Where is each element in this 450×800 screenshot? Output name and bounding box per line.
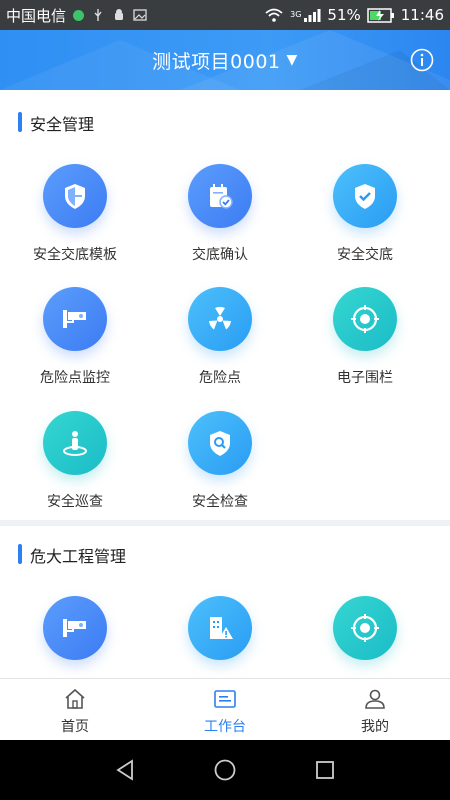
carrier-label: 中国电信	[6, 6, 67, 25]
image-icon	[133, 9, 147, 21]
menu-item-label: 电子围栏	[337, 370, 393, 386]
android-debug-icon	[115, 9, 124, 20]
cctv-camera-icon	[43, 287, 107, 351]
back-icon[interactable]	[114, 758, 138, 782]
network-type-label: 3G	[290, 10, 302, 19]
tab-workbench[interactable]: 工作台	[150, 679, 300, 741]
tab-label: 我的	[361, 719, 389, 735]
wifi-icon	[265, 8, 283, 22]
section-divider	[0, 520, 450, 526]
menu-item-label: 交底确认	[192, 247, 248, 263]
target-icon	[333, 596, 397, 660]
dropdown-caret-icon: ▼	[286, 52, 298, 68]
tab-profile[interactable]: 我的	[300, 679, 450, 741]
section-marker	[18, 544, 22, 564]
menu-item-label: 危险点	[199, 370, 241, 386]
app-header: 测试项目0001 ▼	[0, 30, 450, 90]
menu-item-e-fence[interactable]: 电子围栏	[290, 287, 440, 397]
tab-home[interactable]: 首页	[0, 679, 150, 741]
clock: 11:46	[400, 6, 444, 24]
shield-search-icon	[188, 411, 252, 475]
usb-icon	[94, 9, 102, 21]
radiation-icon	[188, 287, 252, 351]
home-circle-icon[interactable]	[213, 758, 237, 782]
shield-icon	[43, 164, 107, 228]
shield-check-icon	[333, 164, 397, 228]
status-bar: 中国电信 3G 51% 11:46	[0, 0, 450, 30]
menu-item-label: 安全交底模板	[33, 247, 117, 263]
menu-item-label: 安全巡查	[47, 494, 103, 510]
target-icon	[333, 287, 397, 351]
menu-item-hazard-monitor[interactable]: 危险点监控	[0, 287, 150, 397]
building-warning-icon	[188, 596, 252, 660]
signal-icon	[304, 9, 321, 22]
tab-label: 工作台	[204, 719, 246, 735]
battery-percent: 51%	[327, 6, 361, 24]
menu-item-safety-template[interactable]: 安全交底模板	[0, 164, 150, 274]
menu-item-label: 危险点监控	[40, 370, 110, 386]
menu-item-safety-patrol[interactable]: 安全巡查	[0, 411, 150, 521]
person-location-icon	[43, 411, 107, 475]
info-icon[interactable]	[410, 48, 434, 72]
menu-item-safety-briefing[interactable]: 安全交底	[290, 164, 440, 274]
calendar-check-icon	[188, 164, 252, 228]
menu-item-safety-inspection[interactable]: 安全检查	[145, 411, 295, 521]
section-marker	[18, 112, 22, 132]
app-notification-icon	[73, 9, 85, 21]
menu-item-label: 安全检查	[192, 494, 248, 510]
system-nav-bar	[0, 740, 450, 800]
tab-label: 首页	[61, 719, 89, 735]
home-icon	[65, 688, 85, 709]
project-title: 测试项目0001	[152, 50, 281, 73]
menu-item-hazard-point[interactable]: 危险点	[145, 287, 295, 397]
workbench-icon	[214, 690, 236, 708]
project-selector[interactable]: 测试项目0001 ▼	[152, 47, 298, 74]
bottom-tab-bar: 首页 工作台 我的	[0, 678, 450, 741]
section-title-major-hazard: 危大工程管理	[30, 547, 127, 566]
recents-icon[interactable]	[313, 758, 337, 782]
user-icon	[365, 689, 385, 709]
battery-charging-icon	[367, 7, 394, 23]
menu-item-label: 安全交底	[337, 247, 393, 263]
menu-item-briefing-confirm[interactable]: 交底确认	[145, 164, 295, 274]
section-title-safety: 安全管理	[30, 115, 95, 134]
cctv-camera-icon	[43, 596, 107, 660]
